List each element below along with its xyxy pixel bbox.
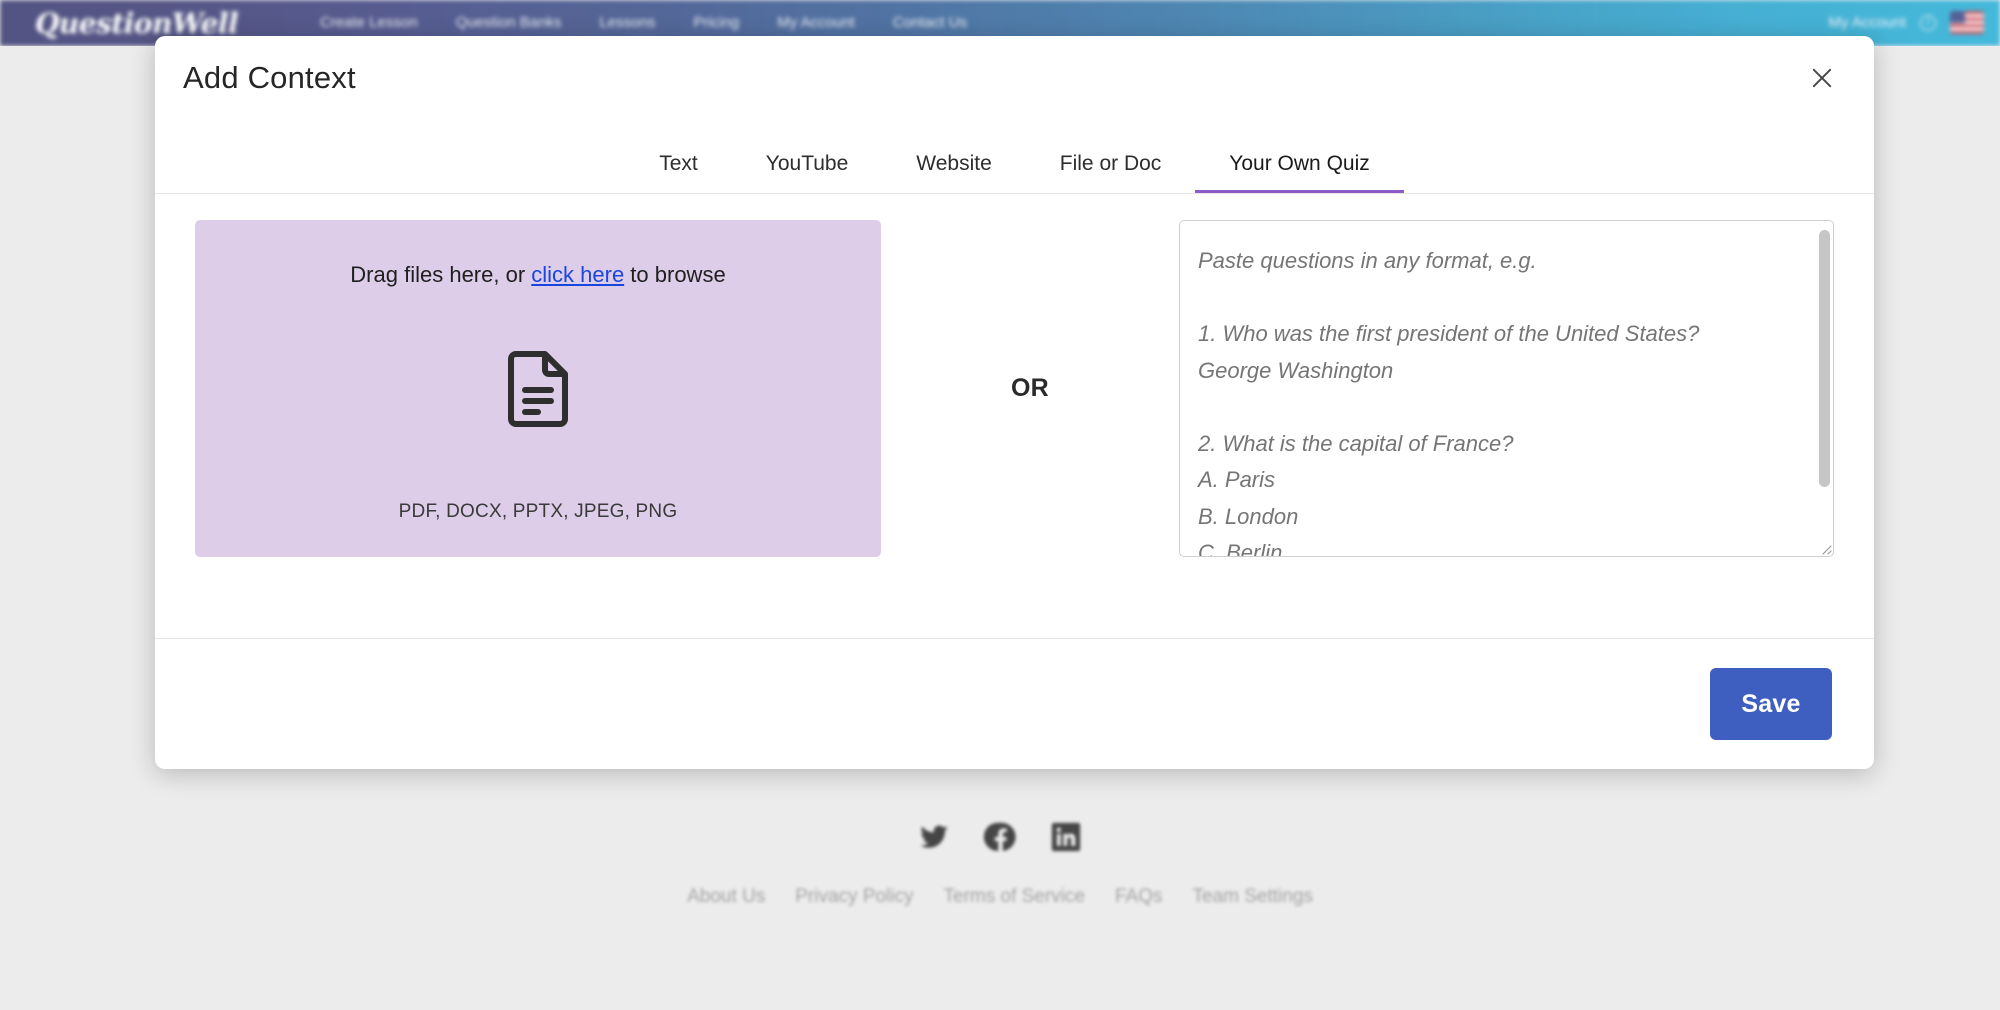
quiz-textarea-wrapper [1179,220,1834,557]
or-label: OR [1010,374,1050,402]
document-icon [505,350,571,433]
file-dropzone[interactable]: Drag files here, or click here to browse… [195,220,881,557]
close-icon[interactable] [1802,58,1842,98]
tab-website[interactable]: Website [882,153,1025,193]
tab-your-own-quiz[interactable]: Your Own Quiz [1195,153,1404,193]
or-divider: OR [881,220,1179,557]
tab-youtube[interactable]: YouTube [732,153,883,193]
modal-header: Add Context [155,36,1874,120]
save-button[interactable]: Save [1710,668,1832,740]
page-root: QuestionWell Create Lesson Question Bank… [0,0,2000,1010]
supported-formats-label: PDF, DOCX, PPTX, JPEG, PNG [398,501,678,522]
modal-body: Drag files here, or click here to browse… [155,194,1874,612]
quiz-paste-textarea[interactable] [1179,220,1834,557]
context-tabs: Text YouTube Website File or Doc Your Ow… [155,120,1874,194]
tab-file-or-doc[interactable]: File or Doc [1026,153,1196,193]
dropzone-prompt-suffix: to browse [624,262,726,287]
add-context-modal: Add Context Text YouTube Website File or… [155,36,1874,769]
modal-footer: Save [155,638,1874,769]
dropzone-prompt: Drag files here, or click here to browse [350,262,725,288]
tab-text[interactable]: Text [625,153,732,193]
browse-files-link[interactable]: click here [531,262,624,287]
page-title: Add Context [183,60,356,95]
dropzone-prompt-prefix: Drag files here, or [350,262,532,287]
